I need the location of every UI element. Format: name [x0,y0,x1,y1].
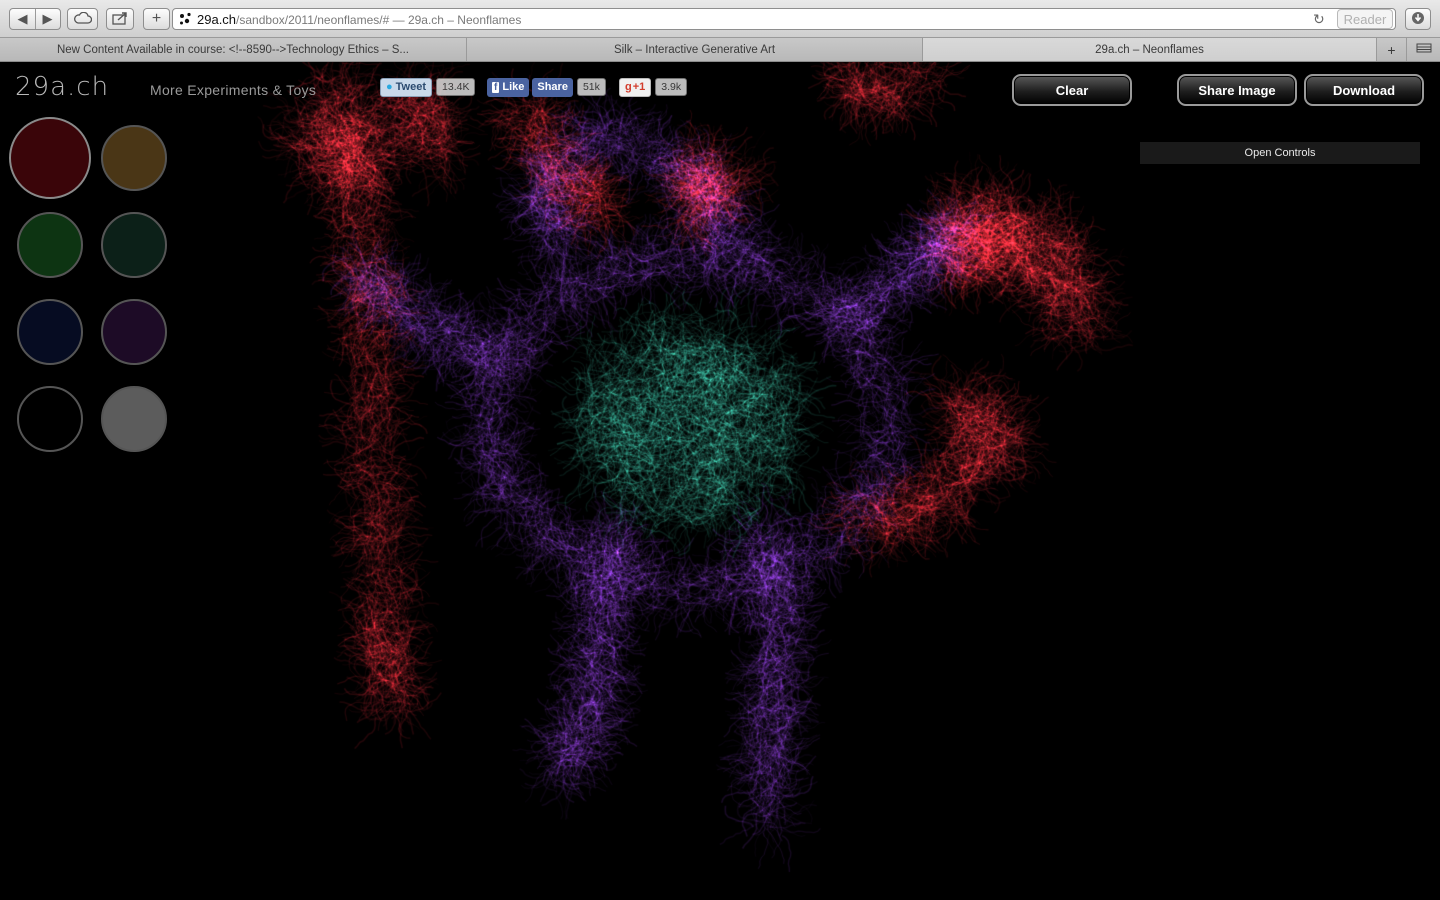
icloud-tabs-button[interactable] [67,8,98,30]
tweet-label: Tweet [395,81,427,93]
more-experiments-link[interactable]: More Experiments & Toys [150,82,316,98]
facebook-widget: f Like Share 51k [487,77,606,97]
new-tab-button[interactable]: + [143,8,170,30]
site-logo[interactable]: 29a.ch [15,72,109,102]
url-path: /sandbox/2011/neonflames/# — 29a.ch – Ne… [236,13,522,27]
facebook-share-button[interactable]: Share [532,77,573,97]
back-forward-buttons: ◀ ▶ [9,8,61,30]
url-text: 29a.ch/sandbox/2011/neonflames/# — 29a.c… [197,12,521,27]
back-icon[interactable]: ◀ [10,9,36,29]
gplus-icon: g [625,81,632,93]
share-image-button[interactable]: Share Image [1177,74,1297,106]
gplus-count: 3.9k [655,78,688,96]
gplus-widget: g +1 3.9k [619,77,688,97]
share-icon [112,11,128,28]
facebook-like-button[interactable]: f Like [487,77,530,97]
open-controls-button[interactable]: Open Controls [1140,142,1420,164]
new-tab-plus[interactable]: + [1377,38,1407,61]
downloads-button[interactable] [1405,8,1431,30]
download-icon [1411,11,1425,28]
tab-overview-icon [1416,43,1432,56]
twitter-bird-icon: ● [386,81,393,93]
tweet-widget: ● Tweet 13.4K [380,77,476,97]
tab-overview-button[interactable] [1407,38,1440,61]
color-swatch[interactable] [17,212,83,278]
drawing-canvas[interactable] [0,62,1440,900]
tab-label: 29a.ch – Neonflames [1095,43,1204,56]
forward-icon[interactable]: ▶ [35,9,60,29]
color-swatch[interactable] [101,299,167,365]
color-swatch[interactable] [101,212,167,278]
like-label: Like [502,81,525,93]
reader-button[interactable]: Reader [1337,9,1393,29]
plus-icon: + [1387,41,1396,58]
color-swatch[interactable] [101,386,167,452]
clear-button[interactable]: Clear [1012,74,1132,106]
tab-label: New Content Available in course: <!--859… [56,43,409,56]
reload-icon[interactable]: ↻ [1313,11,1325,28]
tab-label: Silk – Interactive Generative Art [613,43,776,56]
share-label: Share [537,81,568,93]
download-button[interactable]: Download [1304,74,1424,106]
color-swatch[interactable] [17,299,83,365]
browser-toolbar: ◀ ▶ + 29a.ch/sandbox/2011/neonflames/# —… [0,0,1440,38]
tab-bar: New Content Available in course: <!--859… [0,38,1440,62]
tab-technology-ethics[interactable]: New Content Available in course: <!--859… [0,38,467,61]
tweet-button[interactable]: ● Tweet [380,77,433,97]
color-swatch[interactable] [101,125,167,191]
site-icon [179,12,193,29]
address-bar[interactable]: 29a.ch/sandbox/2011/neonflames/# — 29a.c… [172,8,1396,30]
color-swatch[interactable] [17,386,83,452]
tab-neonflames[interactable]: 29a.ch – Neonflames [923,38,1377,61]
facebook-count: 51k [576,78,606,96]
facebook-icon: f [492,81,500,93]
gplus-button[interactable]: g +1 [619,77,652,97]
tweet-count: 13.4K [436,78,476,96]
cloud-icon [73,11,92,27]
page-content: 29a.ch More Experiments & Toys ● Tweet 1… [0,62,1440,900]
color-swatch[interactable] [9,117,91,199]
tab-silk[interactable]: Silk – Interactive Generative Art [467,38,923,61]
plus-icon: + [151,10,162,27]
share-button[interactable] [106,8,134,30]
gplus-label: +1 [632,81,646,93]
url-host: 29a.ch [197,12,237,27]
